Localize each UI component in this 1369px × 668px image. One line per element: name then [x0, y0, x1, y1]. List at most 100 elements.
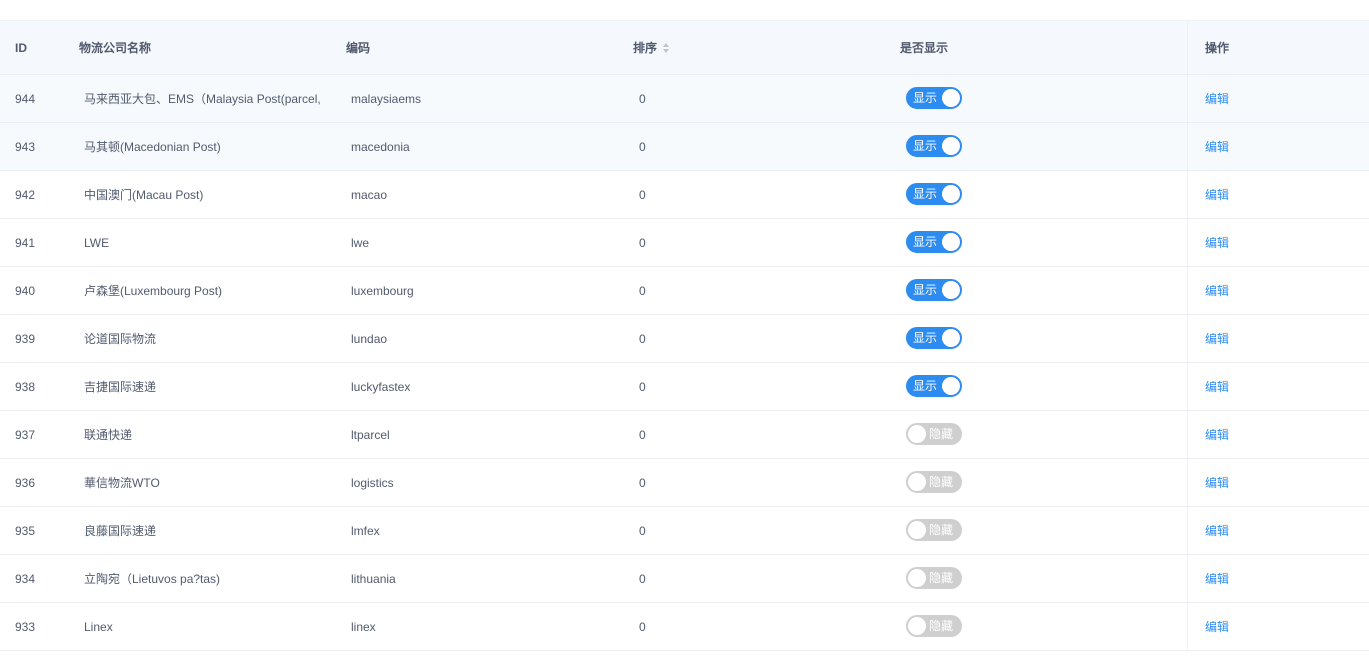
table-row: 939 论道国际物流 lundao 0 显示 编辑 [0, 315, 1369, 363]
operation-column-divider [1187, 219, 1188, 266]
visibility-toggle[interactable]: 隐藏 [906, 423, 962, 445]
toggle-knob [908, 473, 926, 491]
sort-caret-icon[interactable] [663, 42, 670, 53]
row-company-name: 论道国际物流 [84, 332, 157, 346]
table-header: ID 物流公司名称 编码 排序 是否显示 操作 [0, 20, 1369, 75]
visibility-toggle[interactable]: 隐藏 [906, 471, 962, 493]
operation-column-divider [1187, 459, 1188, 506]
toggle-knob [908, 425, 926, 443]
row-code: lundao [351, 331, 388, 346]
visibility-toggle[interactable]: 显示 [906, 87, 962, 109]
visibility-toggle-label: 隐藏 [928, 475, 953, 489]
logistics-table: ID 物流公司名称 编码 排序 是否显示 操作 944 马来西亚大包、EMS（Ma… [0, 20, 1369, 651]
row-id: 938 [15, 379, 36, 394]
visibility-toggle-label: 显示 [913, 187, 938, 201]
row-sort: 0 [639, 379, 646, 394]
table-row: 942 中国澳门(Macau Post) macao 0 显示 编辑 [0, 171, 1369, 219]
row-code: linex [351, 619, 376, 634]
row-visibility-cell: 显示 [906, 279, 962, 301]
operation-column-divider [1187, 507, 1188, 554]
row-visibility-cell: 隐藏 [906, 615, 962, 637]
row-visibility-cell: 隐藏 [906, 423, 962, 445]
edit-link[interactable]: 编辑 [1205, 138, 1229, 155]
edit-link[interactable]: 编辑 [1205, 522, 1229, 539]
row-id: 933 [15, 619, 36, 634]
row-id: 934 [15, 571, 36, 586]
row-sort: 0 [639, 235, 646, 250]
sort-descending-icon[interactable] [663, 48, 670, 53]
row-code: lmfex [351, 523, 380, 538]
visibility-toggle[interactable]: 隐藏 [906, 519, 962, 541]
visibility-toggle[interactable]: 显示 [906, 231, 962, 253]
row-id: 935 [15, 523, 36, 538]
row-code: malaysiaems [351, 91, 422, 106]
table-row: 940 卢森堡(Luxembourg Post) luxembourg 0 显示 编辑 [0, 267, 1369, 315]
toggle-knob [942, 329, 960, 347]
edit-link[interactable]: 编辑 [1205, 234, 1229, 251]
row-visibility-cell: 显示 [906, 231, 962, 253]
row-company-name: 良藤国际速递 [84, 524, 157, 538]
row-visibility-cell: 显示 [906, 87, 962, 109]
operation-column-divider [1187, 555, 1188, 602]
visibility-toggle[interactable]: 显示 [906, 183, 962, 205]
row-id: 940 [15, 283, 36, 298]
header-sort[interactable]: 排序 [633, 39, 670, 56]
row-company-name: 中国澳门(Macau Post) [84, 188, 204, 202]
edit-link[interactable]: 编辑 [1205, 282, 1229, 299]
toggle-knob [942, 137, 960, 155]
toggle-knob [908, 521, 926, 539]
row-sort: 0 [639, 91, 646, 106]
visibility-toggle[interactable]: 显示 [906, 279, 962, 301]
visibility-toggle[interactable]: 隐藏 [906, 567, 962, 589]
visibility-toggle[interactable]: 显示 [906, 327, 962, 349]
row-sort: 0 [639, 571, 646, 586]
row-visibility-cell: 隐藏 [906, 567, 962, 589]
operation-column-divider [1187, 75, 1188, 122]
row-code: logistics [351, 475, 394, 490]
row-visibility-cell: 隐藏 [906, 519, 962, 541]
table-row: 933 Linex linex 0 隐藏 编辑 [0, 603, 1369, 651]
visibility-toggle[interactable]: 显示 [906, 135, 962, 157]
table-row: 937 联通快递 ltparcel 0 隐藏 编辑 [0, 411, 1369, 459]
row-sort: 0 [639, 475, 646, 490]
header-id: ID [15, 40, 27, 55]
edit-link[interactable]: 编辑 [1205, 570, 1229, 587]
table-row: 941 LWE lwe 0 显示 编辑 [0, 219, 1369, 267]
operation-column-divider [1187, 21, 1188, 74]
row-company-name: 吉捷国际速递 [84, 380, 157, 394]
sort-ascending-icon[interactable] [663, 42, 670, 47]
table-row: 938 吉捷国际速递 luckyfastex 0 显示 编辑 [0, 363, 1369, 411]
edit-link[interactable]: 编辑 [1205, 474, 1229, 491]
visibility-toggle-label: 显示 [913, 379, 938, 393]
header-sort-label: 排序 [633, 41, 658, 55]
header-name: 物流公司名称 [79, 41, 152, 55]
table-row: 934 立陶宛（Lietuvos pa?tas) lithuania 0 隐藏 编辑 [0, 555, 1369, 603]
row-code: luxembourg [351, 283, 414, 298]
row-id: 944 [15, 91, 36, 106]
row-visibility-cell: 显示 [906, 135, 962, 157]
row-id: 937 [15, 427, 36, 442]
header-code: 编码 [346, 41, 371, 55]
operation-column-divider [1187, 171, 1188, 218]
edit-link[interactable]: 编辑 [1205, 186, 1229, 203]
edit-link[interactable]: 编辑 [1205, 618, 1229, 635]
edit-link[interactable]: 编辑 [1205, 426, 1229, 443]
visibility-toggle-label: 隐藏 [928, 523, 953, 537]
table-row: 943 马其顿(Macedonian Post) macedonia 0 显示 编辑 [0, 123, 1369, 171]
row-company-name: 卢森堡(Luxembourg Post) [84, 284, 223, 298]
visibility-toggle[interactable]: 显示 [906, 375, 962, 397]
edit-link[interactable]: 编辑 [1205, 330, 1229, 347]
operation-column-divider [1187, 411, 1188, 458]
toggle-knob [908, 617, 926, 635]
edit-link[interactable]: 编辑 [1205, 378, 1229, 395]
edit-link[interactable]: 编辑 [1205, 90, 1229, 107]
row-company-name: 马其顿(Macedonian Post) [84, 140, 221, 154]
visibility-toggle-label: 显示 [913, 283, 938, 297]
visibility-toggle-label: 隐藏 [928, 571, 953, 585]
row-company-name: 立陶宛（Lietuvos pa?tas) [84, 572, 221, 586]
row-company-name: Linex [84, 619, 113, 634]
row-sort: 0 [639, 619, 646, 634]
row-sort: 0 [639, 427, 646, 442]
row-sort: 0 [639, 331, 646, 346]
visibility-toggle[interactable]: 隐藏 [906, 615, 962, 637]
